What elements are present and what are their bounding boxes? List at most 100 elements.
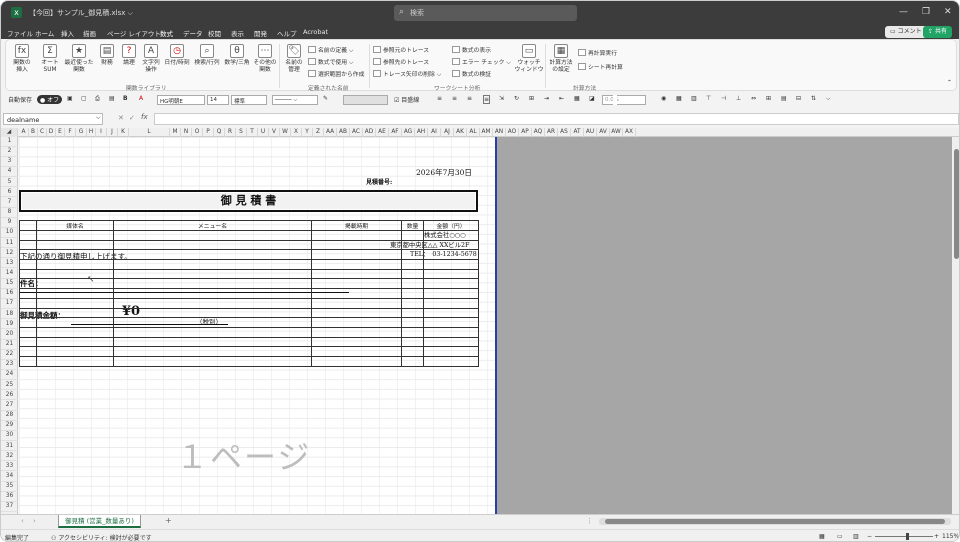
tab-developer[interactable]: 開発 (254, 28, 267, 38)
number-format-select[interactable]: 標準 (231, 95, 267, 105)
name-manager-button[interactable]: 🏷 名前の 管理 (282, 44, 306, 74)
zoom-out-icon[interactable]: − (867, 533, 872, 540)
column-header-c[interactable]: C (38, 128, 47, 137)
table-cell[interactable] (423, 230, 479, 241)
row-header-2[interactable]: 2 (1, 147, 18, 157)
table-cell[interactable] (19, 297, 37, 309)
print-icon[interactable]: ⎙ (95, 95, 100, 103)
vertical-scrollbar[interactable] (952, 137, 959, 514)
row-header-35[interactable]: 35 (1, 482, 18, 492)
font-size-select[interactable]: 14 (207, 95, 229, 105)
table-cell[interactable] (311, 317, 402, 328)
row-header-34[interactable]: 34 (1, 472, 18, 482)
tab-insert[interactable]: 挿入 (61, 28, 74, 38)
accessibility-status[interactable]: ⚇ アクセシビリティ: 検討が必要です (51, 533, 152, 541)
remove-arrows-button[interactable]: トレース矢印の削除 ⌵ (373, 69, 441, 79)
column-header-g[interactable]: G (76, 128, 87, 137)
column-header-k[interactable]: K (118, 128, 129, 137)
create-from-selection-button[interactable]: 選択範囲から作成 (308, 69, 364, 78)
row-header-33[interactable]: 33 (1, 462, 18, 472)
column-header-ae[interactable]: AE (376, 128, 389, 137)
row-header-31[interactable]: 31 (1, 442, 18, 452)
trace-dependents-button[interactable]: 参照先のトレース (373, 57, 429, 66)
column-header-j[interactable]: J (107, 128, 118, 137)
column-header-r[interactable]: R (225, 128, 236, 137)
column-header-n[interactable]: N (181, 128, 192, 137)
column-header-ax[interactable]: AX (623, 128, 636, 137)
row-header-23[interactable]: 23 (1, 360, 18, 370)
column-header-ad[interactable]: AD (363, 128, 376, 137)
outdent-icon[interactable]: ⇤ (559, 95, 564, 102)
row-header-26[interactable]: 26 (1, 391, 18, 401)
row-header-4[interactable]: 4 (1, 167, 18, 178)
table-cell[interactable] (36, 297, 114, 309)
financial-button[interactable]: ▤ 財務 (95, 44, 119, 67)
table-cell[interactable] (401, 336, 424, 348)
comment-button[interactable]: ▭ コメント (885, 26, 927, 38)
column-header-w[interactable]: W (280, 128, 291, 137)
cancel-icon[interactable]: ✕ (118, 114, 124, 122)
table-cell[interactable] (113, 355, 312, 367)
table-cell[interactable] (36, 317, 114, 328)
table-cell[interactable] (311, 307, 402, 319)
row-header-25[interactable]: 25 (1, 381, 18, 391)
date-time-button[interactable]: ◷ 日付/時刻 (162, 44, 192, 67)
table-cell[interactable] (401, 346, 424, 357)
close-icon[interactable]: ✕ (944, 7, 952, 17)
evaluate-formula-button[interactable]: 数式の検証 (452, 69, 491, 78)
table-cell[interactable] (113, 259, 312, 270)
row-header-28[interactable]: 28 (1, 411, 18, 421)
align-center-icon[interactable]: ≡ (452, 95, 457, 102)
table-cell[interactable] (113, 346, 312, 357)
align-left-icon[interactable]: ≡ (437, 95, 442, 102)
tab-view[interactable]: 表示 (231, 28, 244, 38)
table-cell[interactable] (311, 355, 402, 367)
row-header-30[interactable]: 30 (1, 431, 18, 442)
column-header-as[interactable]: AS (558, 128, 571, 137)
column-header-x[interactable]: X (291, 128, 302, 137)
table-header-blank[interactable] (19, 220, 37, 231)
row-header-36[interactable]: 36 (1, 492, 18, 502)
column-header-av[interactable]: AV (597, 128, 610, 137)
zoom-level[interactable]: 115% (942, 533, 959, 540)
add-sheet-button[interactable]: + (165, 516, 172, 525)
table-cell[interactable] (311, 336, 402, 348)
row-header-37[interactable]: 37 (1, 502, 18, 513)
table-cell[interactable] (311, 288, 402, 299)
table-cell[interactable] (19, 326, 37, 338)
row-header-7[interactable]: 7 (1, 198, 18, 208)
column-header-z[interactable]: Z (313, 128, 324, 137)
group-icon[interactable]: ⊞ (766, 95, 771, 102)
column-header-s[interactable]: S (236, 128, 247, 137)
table-cell[interactable] (19, 239, 37, 251)
column-header-aa[interactable]: AA (324, 128, 337, 137)
column-header-ag[interactable]: AG (402, 128, 415, 137)
collapse-ribbon-icon[interactable]: ⌃ (947, 80, 952, 86)
use-in-formula-button[interactable]: 数式で使用 ⌵ (308, 57, 353, 67)
chart-icon[interactable]: ▥ (691, 95, 697, 102)
column-header-u[interactable]: U (258, 128, 269, 137)
table-cell[interactable] (401, 268, 424, 280)
column-header-ai[interactable]: AI (428, 128, 441, 137)
column-header-p[interactable]: P (203, 128, 214, 137)
row-header-12[interactable]: 12 (1, 249, 18, 259)
maximize-icon[interactable]: ❐ (922, 7, 930, 17)
table-cell[interactable] (423, 259, 479, 270)
table-cell[interactable] (311, 326, 402, 338)
row-header-10[interactable]: 10 (1, 228, 18, 239)
table-cell[interactable] (311, 278, 402, 290)
zoom-slider[interactable] (875, 536, 933, 537)
column-header-ao[interactable]: AO (506, 128, 519, 137)
row-header-16[interactable]: 16 (1, 289, 18, 299)
table-cell[interactable] (423, 336, 479, 348)
borders-icon[interactable]: ▦ (574, 95, 580, 102)
autosave-toggle[interactable]: ● オフ (37, 95, 63, 104)
table-cell[interactable] (423, 249, 479, 261)
pivot-icon[interactable]: ⊟ (796, 95, 801, 102)
tab-review[interactable]: 校閲 (208, 28, 221, 38)
tab-help[interactable]: ヘルプ (277, 28, 297, 38)
table-cell[interactable] (401, 288, 424, 299)
align-middle-icon[interactable]: ⊣ (721, 95, 726, 102)
table-cell[interactable] (36, 239, 114, 251)
row-header-15[interactable]: 15 (1, 279, 18, 289)
